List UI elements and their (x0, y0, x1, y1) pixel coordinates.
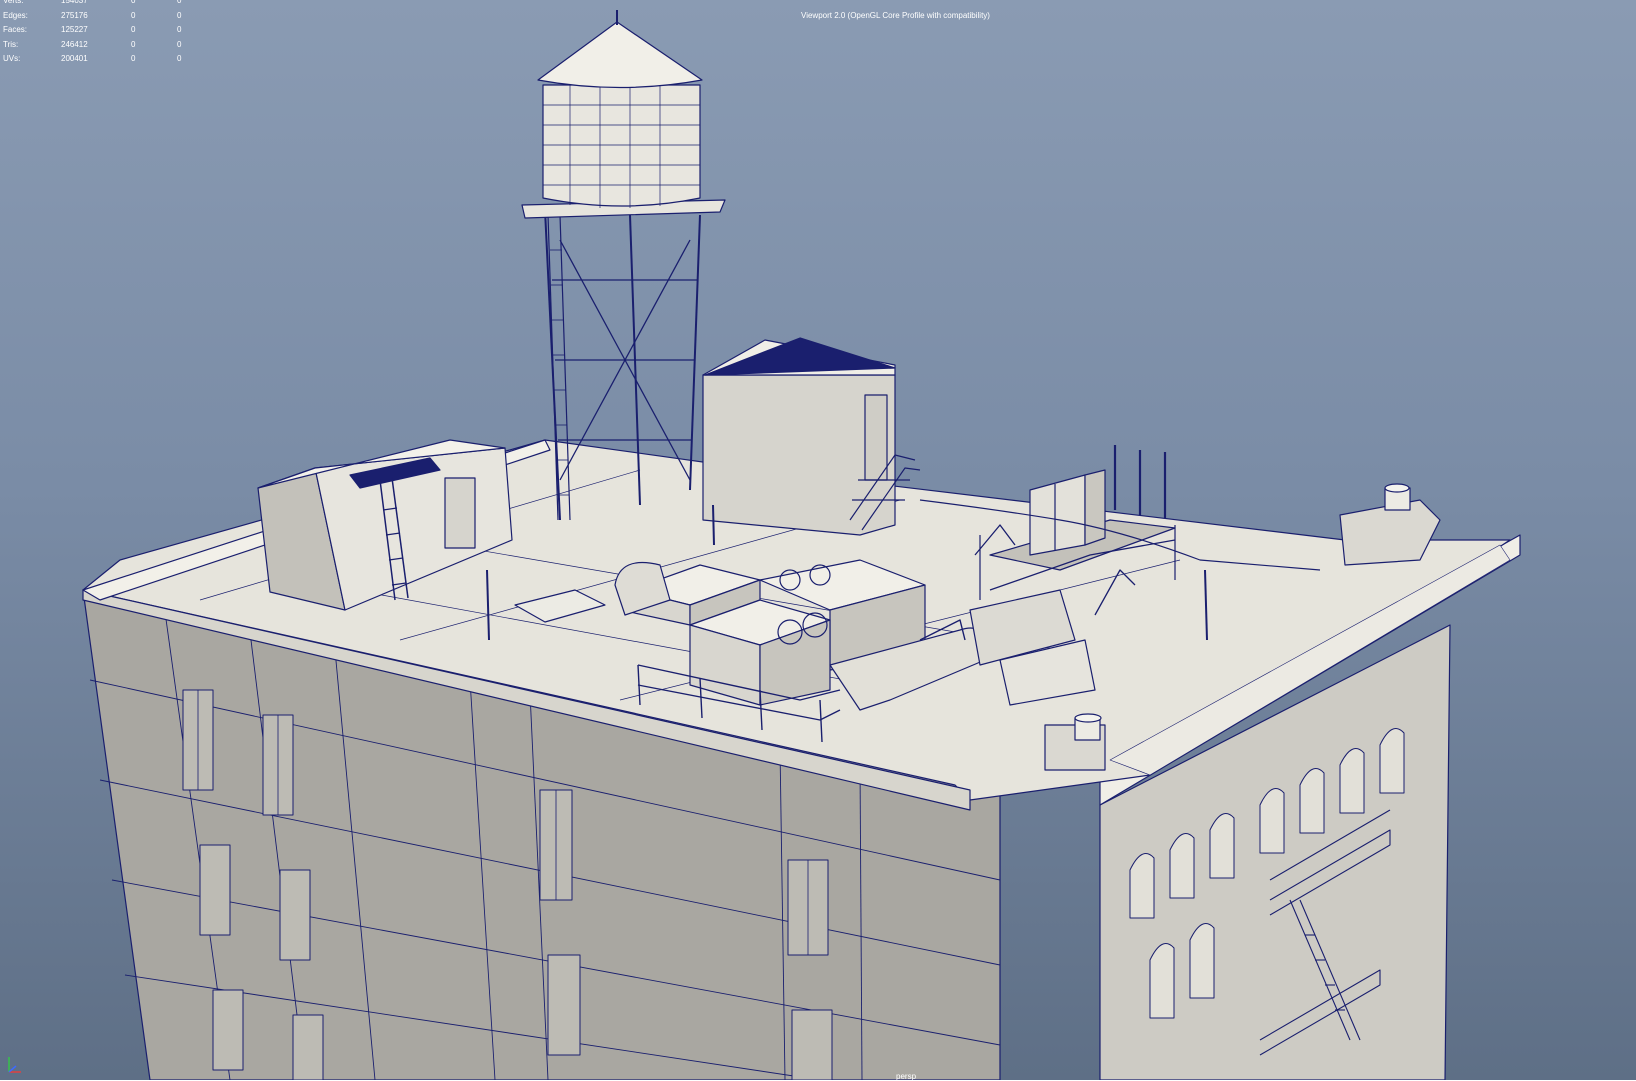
hud-value: 0 (131, 0, 136, 5)
hud-row-edges: Edges: 275176 0 0 (3, 9, 197, 24)
hud-label: Edges: (3, 10, 28, 20)
hud-value: 246412 (61, 39, 88, 49)
viewport-renderer-label: Viewport 2.0 (OpenGL Core Profile with c… (801, 11, 990, 20)
hud-value: 200401 (61, 54, 88, 63)
view-axis-icon (8, 1057, 21, 1073)
hud-value: 0 (131, 54, 136, 63)
hud-row-faces: Faces: 125227 0 0 (3, 23, 197, 38)
hud-label: Tris: (3, 39, 19, 49)
hud-value: 0 (131, 39, 136, 49)
main-bulkhead (702, 337, 921, 536)
building-rooftop-scene[interactable] (0, 0, 1636, 1080)
hud-value: 0 (131, 10, 136, 20)
maya-viewport[interactable]: Verts: 154037 0 0 Edges: 275176 0 0 Face… (0, 0, 1636, 1081)
poly-count-hud: Verts: 154037 0 0 Edges: 275176 0 0 Face… (3, 0, 197, 67)
hud-value: 154037 (61, 0, 88, 5)
hud-row-tris: Tris: 246412 0 0 (3, 38, 197, 53)
hud-value: 0 (177, 10, 182, 20)
hud-label: Verts: (3, 0, 24, 5)
hud-value: 125227 (61, 25, 88, 34)
hud-row-uvs: UVs: 200401 0 0 (3, 52, 197, 67)
hud-value: 0 (177, 25, 182, 34)
hud-value: 0 (177, 39, 182, 49)
hud-value: 275176 (61, 10, 88, 20)
hud-label: UVs: (3, 54, 21, 63)
hud-row-verts: Verts: 154037 0 0 (3, 0, 197, 9)
hud-label: Faces: (3, 25, 28, 34)
hud-value: 0 (177, 54, 182, 63)
hud-value: 0 (177, 0, 182, 5)
hud-value: 0 (131, 25, 136, 34)
